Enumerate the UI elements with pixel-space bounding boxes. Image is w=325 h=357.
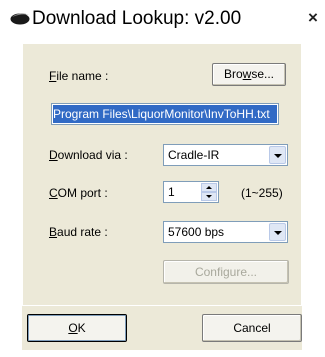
close-button[interactable]: × [303, 8, 323, 28]
title-bar[interactable]: Download Lookup: v2.00 × [2, 2, 323, 34]
app-logo-icon [10, 13, 30, 25]
baud-rate-label: Baud rate : [49, 225, 108, 239]
ok-button[interactable]: OK [27, 314, 127, 342]
download-via-select[interactable]: Cradle-IR [163, 144, 288, 166]
chevron-down-icon[interactable] [269, 146, 286, 164]
file-path-value: Program Files\LiquorMonitor\InvToHH.txt [53, 105, 277, 123]
configure-button[interactable]: Configure... [163, 260, 289, 284]
com-port-range: (1~255) [241, 186, 283, 200]
download-lookup-window: Download Lookup: v2.00 × File name : Bro… [0, 0, 325, 357]
dialog-body: File name : Browse... Program Files\Liqu… [22, 43, 302, 306]
file-name-label: File name : [49, 69, 109, 83]
chevron-down-icon[interactable] [269, 223, 286, 241]
com-port-value: 1 [168, 185, 175, 199]
baud-rate-select[interactable]: 57600 bps [163, 221, 288, 243]
spin-down-icon[interactable] [201, 192, 217, 201]
close-icon: × [308, 8, 318, 27]
browse-button[interactable]: Browse... [212, 63, 286, 86]
window-title: Download Lookup: v2.00 [32, 8, 242, 29]
com-port-label: COM port : [49, 186, 108, 200]
com-port-stepper[interactable]: 1 [163, 181, 219, 203]
baud-rate-value: 57600 bps [168, 225, 225, 239]
download-via-value: Cradle-IR [168, 148, 220, 162]
cancel-button[interactable]: Cancel [202, 314, 302, 342]
spin-up-icon[interactable] [201, 183, 217, 192]
download-via-label: Download via : [49, 148, 128, 162]
file-path-field[interactable]: Program Files\LiquorMonitor\InvToHH.txt [51, 103, 279, 125]
dialog-footer: OK Cancel [22, 306, 302, 350]
